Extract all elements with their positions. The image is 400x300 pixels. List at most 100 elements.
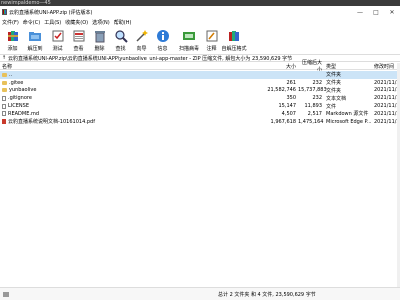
file-row-parent[interactable]: .. 文件夹	[0, 71, 400, 79]
menu-options[interactable]: 选项(N)	[92, 19, 110, 26]
file-name: 云豹直播系统说明文档-10161014.pdf	[8, 119, 95, 126]
menu-tools[interactable]: 工具(S)	[44, 19, 61, 26]
file-list: .. 文件夹 .gitee 261 232 文件夹 2021/11/2 yunb…	[0, 71, 400, 126]
column-name[interactable]: 名称	[0, 63, 258, 70]
info-icon	[156, 30, 169, 42]
file-type: 文件夹	[326, 72, 342, 79]
window-controls: — □ ✕	[352, 6, 400, 18]
menu-favorites[interactable]: 收藏夹(O)	[65, 19, 88, 26]
virus-scan-label: 扫描病毒	[178, 46, 199, 52]
view-icon	[73, 30, 84, 42]
find-button[interactable]: 查找	[110, 27, 131, 53]
file-row[interactable]: .gitee 261 232 文件夹 2021/11/2	[0, 79, 400, 87]
drive-icon	[3, 291, 9, 297]
close-button[interactable]: ✕	[384, 6, 400, 18]
file-packed: 232	[312, 95, 322, 102]
file-row[interactable]: .gitignore 350 232 文本文档 2021/11/2	[0, 94, 400, 102]
menu-help[interactable]: 帮助(H)	[114, 19, 132, 26]
file-list-header: 名称 大小 压缩后大小 类型 修改时间	[0, 60, 400, 73]
test-icon	[52, 30, 63, 42]
minimize-button[interactable]: —	[352, 6, 368, 18]
delete-label: 删除	[94, 46, 105, 52]
test-label: 测试	[52, 46, 63, 52]
file-name: .gitignore	[8, 95, 32, 102]
file-modified: 2021/11/2	[374, 110, 400, 117]
extract-to-label: 解压到	[27, 46, 43, 52]
virus-scan-button[interactable]: 扫描病毒	[177, 27, 201, 53]
address-bar: ↑	[0, 54, 400, 62]
file-type: 文件夹	[326, 80, 342, 87]
column-type[interactable]: 类型	[324, 63, 372, 70]
file-icon	[2, 95, 6, 101]
file-size: 1,967,618	[270, 118, 296, 125]
view-label: 查看	[73, 46, 84, 52]
file-type: Markdown 源文件	[326, 111, 369, 118]
file-packed: 232	[312, 79, 322, 86]
file-modified: 2021/11/2	[374, 103, 400, 110]
file-modified: 2021/11/2	[374, 95, 400, 102]
window-title: 云豹直播系统UNI-APP.zip (评估版本)	[9, 9, 93, 16]
info-button[interactable]: 信息	[152, 27, 173, 53]
file-name: yunbaolive	[9, 87, 37, 94]
view-button[interactable]: 查看	[68, 27, 89, 53]
file-type: 文件	[326, 103, 337, 110]
column-size[interactable]: 大小	[258, 63, 298, 70]
sfx-button[interactable]: 自解压格式	[221, 27, 247, 53]
extract-to-icon	[29, 32, 41, 41]
comment-label: 注释	[206, 46, 217, 52]
wizard-button[interactable]: 向导	[131, 27, 152, 53]
wizard-label: 向导	[136, 46, 147, 52]
maximize-button[interactable]: □	[368, 6, 384, 18]
extract-to-button[interactable]: 解压到	[23, 27, 47, 53]
file-packed: 15,737,883	[298, 87, 327, 94]
up-folder-icon[interactable]: ↑	[0, 55, 8, 62]
delete-button[interactable]: 删除	[89, 27, 110, 53]
column-modified[interactable]: 修改时间	[372, 63, 400, 70]
add-button[interactable]: 添加	[2, 27, 23, 53]
file-size: 15,147	[278, 103, 297, 110]
file-row[interactable]: yunbaolive 21,582,746 15,737,883 文件夹 202…	[0, 87, 400, 95]
file-size: 4,507	[281, 110, 296, 117]
test-button[interactable]: 测试	[47, 27, 68, 53]
wizard-icon	[135, 30, 148, 42]
file-name: LICENSE	[8, 103, 29, 110]
file-size: 350	[286, 95, 296, 102]
file-name: ..	[9, 71, 13, 78]
menu-file[interactable]: 文件(F)	[2, 19, 19, 26]
file-size: 21,582,746	[267, 87, 296, 94]
comment-icon	[206, 30, 217, 42]
toolbar: 添加 解压到 测试 查看 删除 查找 向导 信息 扫描病毒 注释 自解压格式	[0, 27, 400, 53]
file-type: 文件夹	[326, 87, 342, 94]
file-modified: 2021/11/2	[374, 87, 400, 94]
add-archive-icon	[7, 31, 18, 41]
status-text: 总计 2 文件夹 和 4 文件, 23,590,629 字节	[218, 291, 316, 298]
info-label: 信息	[157, 46, 168, 52]
winrar-window: 云豹直播系统UNI-APP.zip (评估版本) — □ ✕ 文件(F) 命令(…	[0, 6, 400, 300]
find-label: 查找	[115, 46, 126, 52]
file-row[interactable]: 云豹直播系统说明文档-10161014.pdf 1,967,618 1,475,…	[0, 118, 400, 126]
file-type: Microsoft Edge P...	[326, 118, 372, 125]
folder-icon	[2, 80, 7, 85]
folder-icon	[2, 72, 7, 77]
file-modified: 2021/11/2	[374, 79, 400, 86]
add-label: 添加	[7, 46, 18, 52]
find-icon	[114, 30, 128, 43]
file-packed: 1,475,164	[298, 118, 324, 125]
file-packed: 2,517	[307, 110, 322, 117]
menu-bar: 文件(F) 命令(C) 工具(S) 收藏夹(O) 选项(N) 帮助(H)	[0, 18, 400, 26]
file-icon	[2, 103, 6, 109]
sfx-icon	[229, 31, 239, 41]
comment-button[interactable]: 注释	[201, 27, 222, 53]
title-bar[interactable]: 云豹直播系统UNI-APP.zip (评估版本) — □ ✕	[0, 6, 400, 18]
file-name: .gitee	[9, 79, 24, 86]
file-type: 文本文档	[326, 95, 347, 102]
file-row[interactable]: README.md 4,507 2,517 Markdown 源文件 2021/…	[0, 110, 400, 118]
sfx-label: 自解压格式	[221, 46, 247, 52]
menu-commands[interactable]: 命令(C)	[23, 19, 40, 26]
file-row[interactable]: LICENSE 15,147 11,893 文件 2021/11/2	[0, 102, 400, 110]
status-bar: 总计 2 文件夹 和 4 文件, 23,590,629 字节	[0, 287, 400, 300]
file-packed: 11,893	[304, 103, 323, 110]
pdf-icon	[2, 119, 6, 125]
address-input[interactable]	[8, 55, 400, 61]
winrar-app-icon	[2, 9, 7, 15]
